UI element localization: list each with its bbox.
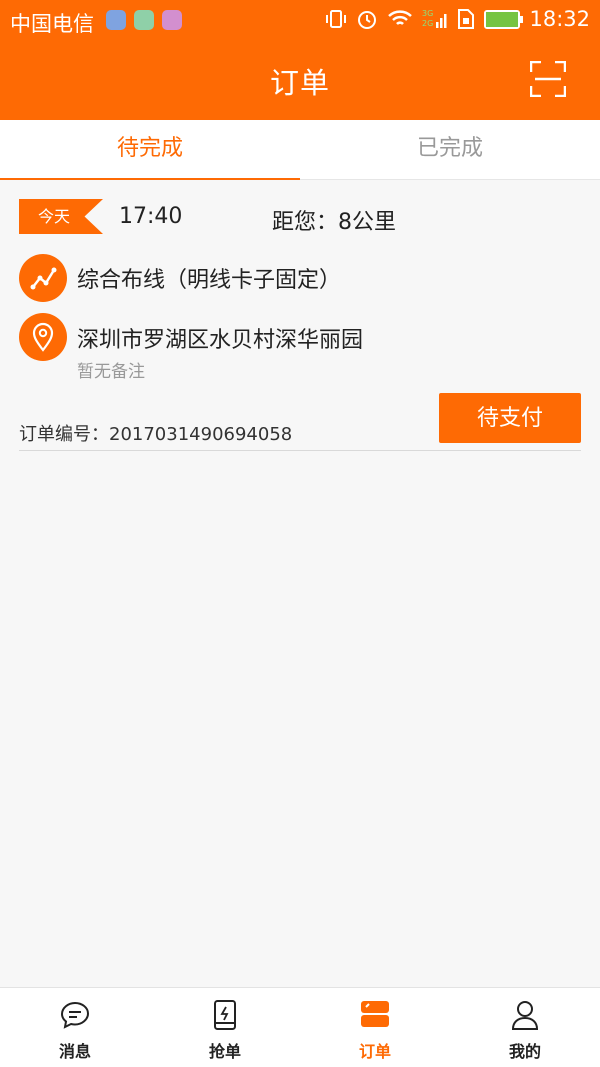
location-pin-icon <box>19 313 67 361</box>
nav-item-messages[interactable]: 消息 <box>0 988 150 1067</box>
service-name: 综合布线（明线卡子固定） <box>77 268 342 293</box>
nav-item-profile[interactable]: 我的 <box>450 988 600 1067</box>
nav-label-profile: 我的 <box>508 1042 541 1061</box>
nav-label-messages: 消息 <box>58 1042 91 1061</box>
order-icon <box>361 1001 389 1027</box>
phone-icon <box>214 1000 236 1030</box>
nav-item-orders[interactable]: 订单 <box>300 988 450 1067</box>
carrier-label: 中国电信 <box>10 12 94 36</box>
order-time: 17:40 <box>119 204 183 229</box>
order-distance: 距您：8公里 <box>272 210 396 235</box>
battery-icon <box>484 9 524 29</box>
nav-item-grab-order[interactable]: 抢单 <box>150 988 300 1067</box>
wifi-icon <box>388 10 413 25</box>
nav-label-orders: 订单 <box>358 1042 391 1061</box>
svg-text:2G: 2G <box>422 19 433 28</box>
status-time: 18:32 <box>529 7 590 31</box>
profile-icon <box>511 1001 539 1030</box>
nav-label-grab-order: 抢单 <box>208 1042 241 1061</box>
service-icon <box>19 254 67 302</box>
order-address: 深圳市罗湖区水贝村深华丽园 <box>77 328 364 353</box>
bottom-nav: 消息 抢单 订单 我的 <box>0 987 600 1067</box>
svg-text:3G: 3G <box>422 9 433 18</box>
sim-icon <box>458 9 475 29</box>
message-icon <box>60 1001 90 1029</box>
signal-icon: 3G2G <box>422 9 447 28</box>
location-notification-icon <box>106 10 126 30</box>
order-tabs: 待完成 已完成 <box>0 120 600 180</box>
order-note: 暂无备注 <box>77 362 145 382</box>
image-notification-icon <box>162 10 182 30</box>
tab-pending[interactable]: 待完成 <box>0 120 300 180</box>
android-notification-icon <box>134 10 154 30</box>
scan-icon[interactable] <box>530 61 566 97</box>
notification-icons <box>106 10 182 30</box>
pending-payment-button[interactable]: 待支付 <box>439 393 581 443</box>
app-header: 订单 <box>0 40 600 120</box>
vibrate-icon <box>326 10 347 28</box>
tab-completed[interactable]: 已完成 <box>300 120 600 179</box>
page-title: 订单 <box>269 66 330 100</box>
status-bar: 中国电信 3G 2G 18:32 <box>0 0 600 40</box>
alarm-icon <box>358 11 377 29</box>
order-number: 订单编号：2017031490694058 <box>19 424 293 445</box>
card-divider <box>19 450 581 451</box>
